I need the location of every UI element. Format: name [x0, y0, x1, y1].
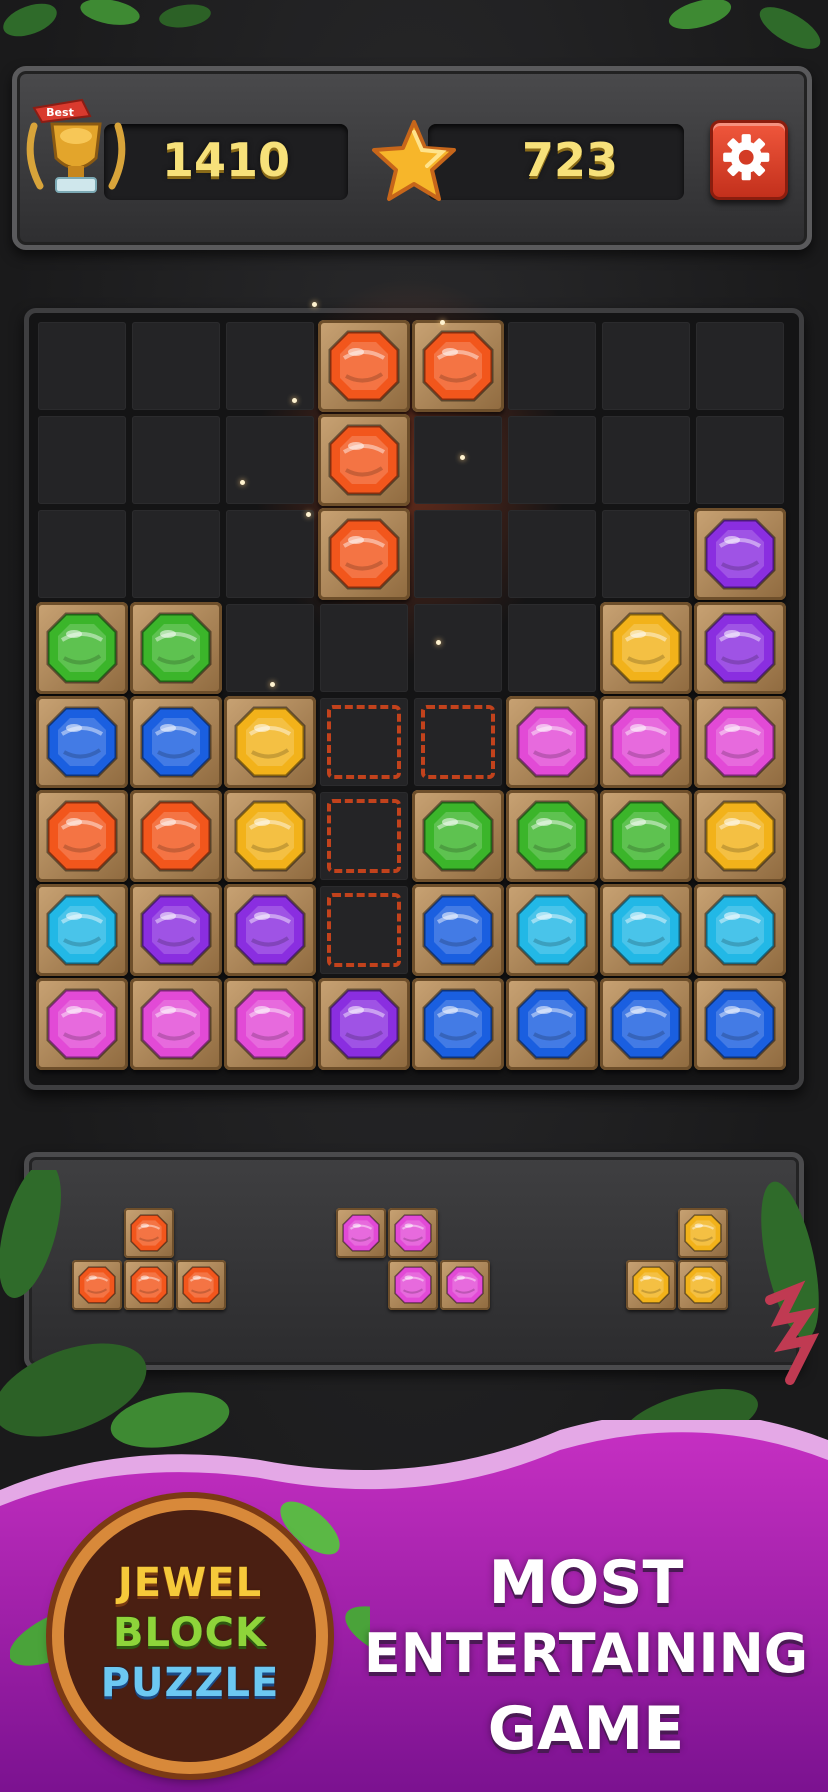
bottom-left-leaves: [0, 1170, 230, 1448]
pink-mini-jewel: [388, 1260, 438, 1310]
pink-mini-jewel: [336, 1208, 386, 1258]
logo-line-jewel: JEWEL: [117, 1560, 263, 1606]
tagline-entertaining: ENTERTAINING: [363, 1622, 809, 1685]
pink-mini-jewel: [388, 1208, 438, 1258]
pink-mini-jewel: [440, 1260, 490, 1310]
tagline-most: MOST: [488, 1548, 684, 1618]
game-logo: JEWEL BLOCK PUZZLE: [10, 1486, 370, 1786]
pink-jewel-icon: [342, 1214, 380, 1252]
bottom-right-leaves: [622, 1181, 820, 1451]
tagline-game: GAME: [487, 1694, 685, 1764]
pink-jewel-icon: [394, 1266, 432, 1304]
pink-jewel-icon: [446, 1266, 484, 1304]
logo-line-puzzle: PUZZLE: [100, 1660, 280, 1706]
pink-jewel-icon: [394, 1214, 432, 1252]
logo-line-block: BLOCK: [113, 1610, 267, 1656]
